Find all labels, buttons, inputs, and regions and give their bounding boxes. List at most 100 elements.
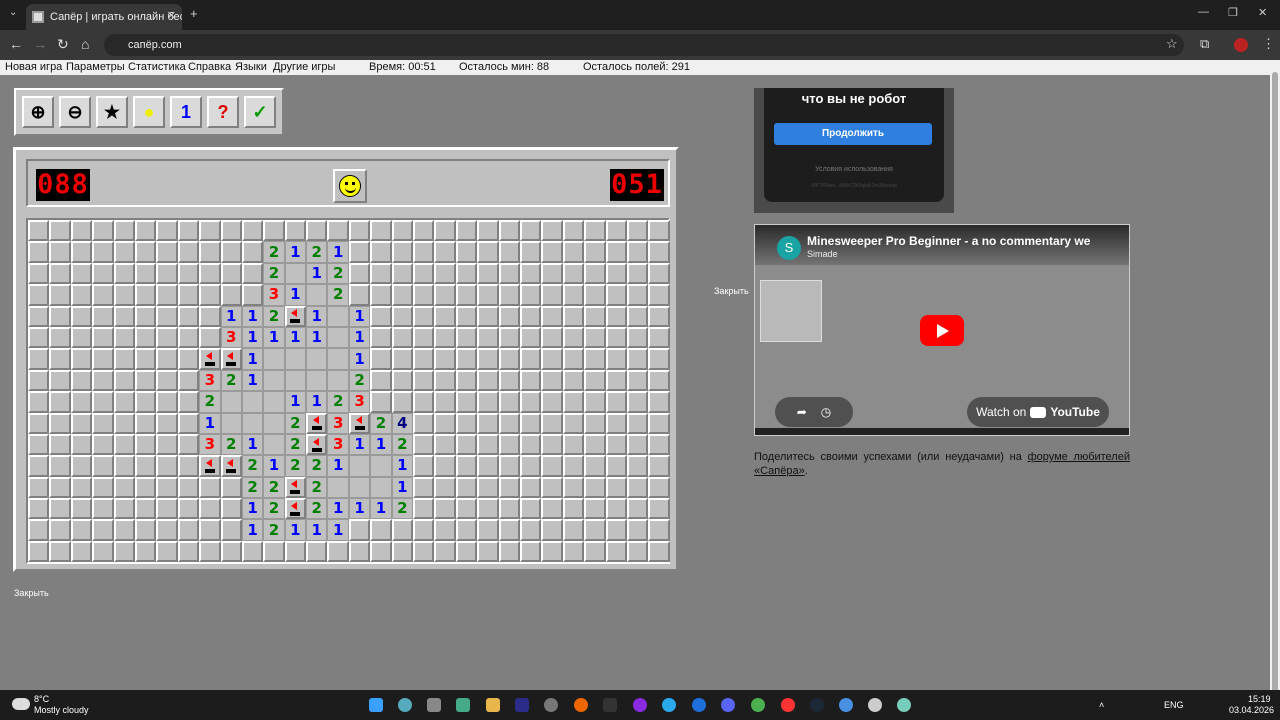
cell-unrevealed[interactable] <box>477 262 499 285</box>
cell-unrevealed[interactable] <box>113 326 135 349</box>
cell-unrevealed[interactable] <box>391 391 414 413</box>
cell-unrevealed[interactable] <box>413 284 435 306</box>
clock-time[interactable]: 15:19 <box>1248 694 1271 704</box>
cell-number[interactable]: 2 <box>220 369 242 392</box>
zoom-out-button[interactable]: ⊖ <box>59 96 91 128</box>
cell-unrevealed[interactable] <box>648 348 670 370</box>
cell-unrevealed[interactable] <box>134 476 157 499</box>
menu-help[interactable]: Справка <box>188 60 231 75</box>
cell-unrevealed[interactable] <box>413 241 435 263</box>
cell-unrevealed[interactable] <box>498 391 520 413</box>
cell-unrevealed[interactable] <box>199 284 221 306</box>
cell-unrevealed[interactable] <box>541 540 563 563</box>
cell-unrevealed[interactable] <box>455 519 478 541</box>
cell-unrevealed[interactable] <box>498 241 520 263</box>
watch-on-youtube-button[interactable]: Watch on YouTube <box>967 397 1109 427</box>
cell-unrevealed[interactable] <box>626 498 649 520</box>
cell-unrevealed[interactable] <box>519 220 542 242</box>
cell-unrevealed[interactable] <box>391 262 414 285</box>
cell-unrevealed[interactable] <box>626 241 649 263</box>
cell-unrevealed[interactable] <box>626 262 649 285</box>
cell-unrevealed[interactable] <box>220 476 242 499</box>
cell-unrevealed[interactable] <box>28 305 50 327</box>
cell-unrevealed[interactable] <box>177 241 200 263</box>
cell-unrevealed[interactable] <box>434 433 456 456</box>
cell-unrevealed[interactable] <box>648 412 670 434</box>
cell-unrevealed[interactable] <box>519 519 542 541</box>
cell-unrevealed[interactable] <box>220 241 242 263</box>
cell-unrevealed[interactable] <box>477 369 499 392</box>
cell-unrevealed[interactable] <box>134 284 157 306</box>
cell-unrevealed[interactable] <box>49 305 71 327</box>
cell-unrevealed[interactable] <box>455 369 478 392</box>
cell-unrevealed[interactable] <box>156 369 178 392</box>
cell-empty[interactable] <box>327 369 349 392</box>
cell-unrevealed[interactable] <box>413 369 435 392</box>
cell-unrevealed[interactable] <box>70 476 93 499</box>
cell-unrevealed[interactable] <box>70 305 93 327</box>
cell-unrevealed[interactable] <box>113 412 135 434</box>
cell-unrevealed[interactable] <box>541 305 563 327</box>
cell-unrevealed[interactable] <box>605 476 627 499</box>
cell-unrevealed[interactable] <box>177 284 200 306</box>
cell-unrevealed[interactable] <box>455 412 478 434</box>
cell-unrevealed[interactable] <box>92 540 114 563</box>
channel-name[interactable]: Simade <box>807 249 838 259</box>
cell-unrevealed[interactable] <box>498 476 520 499</box>
cell-number[interactable]: 1 <box>241 519 264 541</box>
cell-number[interactable]: 1 <box>199 412 221 434</box>
cell-unrevealed[interactable] <box>391 519 414 541</box>
cell-unrevealed[interactable] <box>327 540 349 563</box>
cell-unrevealed[interactable] <box>113 369 135 392</box>
cell-unrevealed[interactable] <box>605 284 627 306</box>
cell-unrevealed[interactable] <box>648 220 670 242</box>
cell-number[interactable]: 1 <box>306 305 328 327</box>
cell-flagged[interactable] <box>284 498 307 520</box>
cell-number[interactable]: 1 <box>284 391 307 413</box>
cell-unrevealed[interactable] <box>70 519 93 541</box>
cell-unrevealed[interactable] <box>626 348 649 370</box>
cell-unrevealed[interactable] <box>113 348 135 370</box>
cell-number[interactable]: 3 <box>220 326 242 349</box>
weather-text[interactable]: Mostly cloudy <box>34 705 89 715</box>
cell-unrevealed[interactable] <box>92 433 114 456</box>
cell-unrevealed[interactable] <box>455 540 478 563</box>
bookmark-star-icon[interactable]: ☆ <box>1166 36 1178 52</box>
cell-unrevealed[interactable] <box>49 433 71 456</box>
cell-unrevealed[interactable] <box>413 498 435 520</box>
browser-tab[interactable]: Сапёр | играть онлайн беспла ✕ <box>26 4 182 30</box>
cell-unrevealed[interactable] <box>220 540 242 563</box>
cell-unrevealed[interactable] <box>49 498 71 520</box>
cell-number[interactable]: 2 <box>306 498 328 520</box>
yandex-icon[interactable] <box>781 698 795 712</box>
cell-unrevealed[interactable] <box>584 262 606 285</box>
cell-unrevealed[interactable] <box>391 220 414 242</box>
cell-unrevealed[interactable] <box>541 391 563 413</box>
cell-unrevealed[interactable] <box>49 284 71 306</box>
tab-list-icon[interactable]: ⌄ <box>9 7 17 18</box>
cell-unrevealed[interactable] <box>113 519 135 541</box>
cell-unrevealed[interactable] <box>391 326 414 349</box>
cell-unrevealed[interactable] <box>584 326 606 349</box>
play-button[interactable] <box>920 315 964 346</box>
cell-number[interactable]: 1 <box>306 326 328 349</box>
cell-unrevealed[interactable] <box>455 241 478 263</box>
video-title[interactable]: Minesweeper Pro Beginner - a no commenta… <box>807 234 1090 248</box>
cell-unrevealed[interactable] <box>28 284 50 306</box>
media-icon[interactable] <box>633 698 647 712</box>
minimize-button[interactable]: — <box>1198 6 1209 18</box>
clock-date[interactable]: 03.04.2026 <box>1229 705 1274 715</box>
cell-unrevealed[interactable] <box>220 262 242 285</box>
cell-unrevealed[interactable] <box>541 284 563 306</box>
cell-unrevealed[interactable] <box>541 476 563 499</box>
captcha-terms-link[interactable]: Условия использования <box>764 166 944 173</box>
url-field[interactable]: сапёр.com <box>104 34 1184 56</box>
cell-unrevealed[interactable] <box>519 348 542 370</box>
cell-unrevealed[interactable] <box>49 241 71 263</box>
cell-unrevealed[interactable] <box>434 348 456 370</box>
cell-number[interactable]: 1 <box>327 498 349 520</box>
cell-unrevealed[interactable] <box>648 241 670 263</box>
cell-number[interactable]: 1 <box>241 326 264 349</box>
cell-number[interactable]: 2 <box>348 369 371 392</box>
telegram-icon[interactable] <box>662 698 676 712</box>
